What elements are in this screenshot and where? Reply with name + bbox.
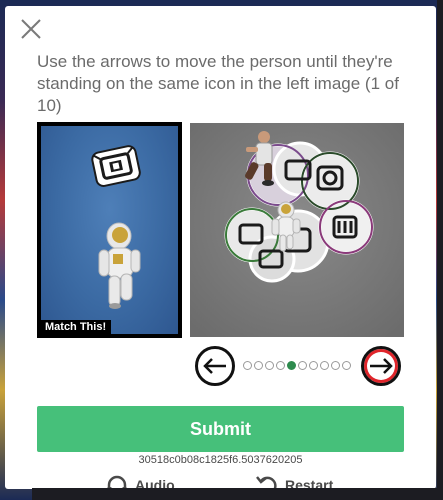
arrow-left-icon — [203, 358, 226, 374]
audio-button[interactable]: Audio — [105, 472, 175, 489]
next-button[interactable] — [361, 346, 401, 386]
progress-dots — [243, 361, 351, 371]
previous-button[interactable] — [195, 346, 235, 386]
restart-icon — [256, 476, 277, 489]
progress-dot — [287, 361, 296, 370]
close-button[interactable] — [20, 18, 42, 40]
session-id: 30518c0b08c1825f6.5037620205 — [138, 454, 303, 466]
arrow-right-icon — [370, 358, 393, 374]
match-this-label: Match This! — [41, 320, 112, 334]
progress-dot — [331, 361, 340, 370]
backdrop-bottom — [32, 488, 443, 500]
progress-dot — [265, 361, 274, 370]
instruction-text: Use the arrows to move the person until … — [37, 52, 399, 115]
progress-dot — [276, 361, 285, 370]
progress-dot — [309, 361, 318, 370]
progress-dot — [320, 361, 329, 370]
audio-icon — [107, 475, 127, 489]
progress-dot — [243, 361, 252, 370]
progress-dot — [298, 361, 307, 370]
scene-art — [190, 123, 404, 337]
close-icon — [21, 19, 41, 39]
progress-dot — [342, 361, 351, 370]
target-image: Match This! — [37, 122, 182, 338]
target-scene-art — [91, 145, 141, 309]
progress-dot — [254, 361, 263, 370]
submit-button[interactable]: Submit — [37, 406, 404, 452]
captcha-dialog: Use the arrows to move the person until … — [5, 6, 436, 489]
backdrop-edge — [437, 0, 443, 500]
restart-button[interactable]: Restart — [255, 472, 333, 489]
interactive-scene[interactable] — [190, 123, 404, 337]
pagination-controls — [195, 346, 405, 386]
